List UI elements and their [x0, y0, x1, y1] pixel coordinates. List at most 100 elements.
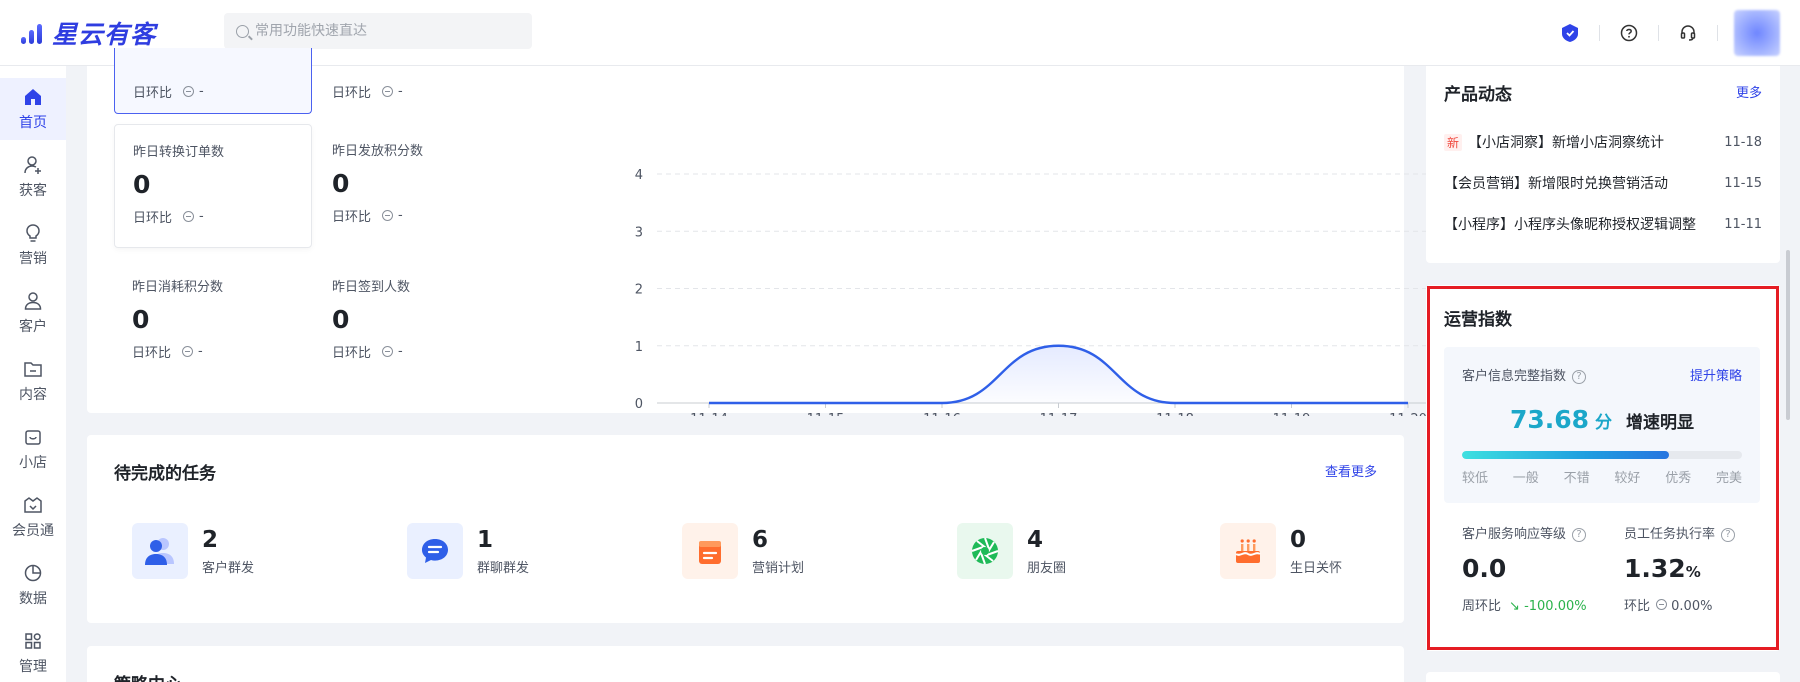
metric-title: 昨日转换订单数 [133, 145, 225, 160]
metric-card[interactable]: 昨日发放积分数 0 日环比 - [314, 124, 512, 248]
progress-scale: 较低 一般 不错 较好 优秀 完美 [1462, 467, 1742, 486]
sidebar-item-label: 内容 [19, 387, 47, 403]
sidebar-item-label: 会员通 [12, 523, 54, 539]
sidebar-item-data[interactable]: 数据 [0, 554, 66, 616]
sidebar-item-home[interactable]: 首页 [0, 78, 66, 140]
strategy-center-card: 策略中心 [87, 646, 1404, 682]
view-more-link[interactable]: 查看更多 [1325, 461, 1377, 480]
metric-change: 日环比 - [132, 342, 294, 361]
task-marketing-plan[interactable]: 6 营销计划 [682, 523, 804, 579]
completeness-label: 客户信息完整指数 [1462, 369, 1567, 384]
user-icon [24, 292, 42, 310]
task-birthday-care[interactable]: 0 生日关怀 [1220, 523, 1342, 579]
help-icon[interactable]: ? [1572, 369, 1587, 384]
task-customer-broadcast[interactable]: 2 客户群发 [132, 523, 254, 579]
sidebar-item-member[interactable]: 会员通 [0, 486, 66, 548]
change-label: 日环比 [332, 210, 372, 225]
scale-label: 完美 [1715, 471, 1742, 486]
metric-change: 日环比 - [133, 207, 293, 226]
metric-value: 0 [332, 305, 350, 334]
metric-value: 0 [332, 169, 350, 198]
score-row: 73.68 分增速明显 [1444, 405, 1760, 434]
change-label: 日环比 [132, 346, 172, 361]
change-value: - [199, 84, 204, 99]
sidebar-item-shop[interactable]: 小店 [0, 418, 66, 480]
change-value: - [199, 209, 204, 224]
change-value: - [398, 84, 403, 99]
pie-chart-icon [24, 564, 42, 582]
news-date: 11-15 [1724, 175, 1762, 191]
avatar[interactable] [1734, 10, 1780, 56]
change-label: 日环比 [332, 346, 372, 361]
metric-value: 0 [132, 305, 150, 334]
metric-card[interactable]: 昨日转换订单数 0 日环比 - [114, 124, 312, 248]
help-icon[interactable]: ? [1721, 527, 1736, 542]
help-icon[interactable] [1618, 22, 1640, 44]
pending-tasks-card: 待完成的任务 查看更多 2 客户群发 1 群聊群发 6 营销计划 4 朋友圈 0… [87, 435, 1404, 623]
section-title: 策略中心 [114, 670, 182, 682]
task-info: 2 客户群发 [202, 527, 254, 576]
help-icon[interactable]: ? [1572, 527, 1587, 542]
news-item[interactable]: 【小程序】小程序头像昵称授权逻辑调整 11-11 [1444, 214, 1762, 234]
task-moments[interactable]: 4 朋友圈 [957, 523, 1066, 579]
overview-card: 日环比 - 日环比 - 昨日转换订单数 0 日环比 - 昨日发放积分数 0 日环比 - … [87, 48, 1457, 416]
sidebar-item-content[interactable]: 内容 [0, 350, 66, 412]
change-label: 日环比 [133, 86, 173, 101]
sidebar-item-acquire[interactable]: 获客 [0, 146, 66, 208]
metric-title: 昨日消耗积分数 [132, 280, 224, 295]
stat-value: 1.32 [1624, 554, 1686, 583]
scale-label: 较低 [1462, 471, 1489, 486]
news-text: 【小店洞察】新增小店洞察统计 [1468, 135, 1665, 151]
metric-card[interactable]: 昨日签到人数 0 日环比 - [314, 260, 512, 384]
headset-icon[interactable] [1677, 22, 1699, 44]
folder-icon [24, 362, 42, 377]
metric-card[interactable]: 昨日消耗积分数 0 日环比 - [114, 260, 312, 384]
metric-card[interactable]: 日环比 - [314, 48, 512, 114]
sidebar-item-label: 小店 [19, 455, 47, 471]
shield-badge-icon[interactable] [1559, 22, 1581, 44]
news-more-link[interactable]: 更多 [1736, 82, 1762, 101]
metric-card-selected[interactable]: 日环比 - [114, 48, 312, 114]
member-icon [24, 497, 42, 513]
divider [1599, 25, 1600, 41]
brand-logo[interactable]: 星云有客 [20, 14, 156, 52]
task-info: 0 生日关怀 [1290, 527, 1342, 576]
scrollbar[interactable] [1786, 250, 1790, 420]
x-tick-label: 11-15 [807, 412, 845, 416]
trend-line-chart[interactable]: 0 1 2 3 4 11-14 11-15 11-16 11-17 11-18 11-19 11-20 [527, 86, 1467, 416]
task-count: 0 [1290, 526, 1307, 553]
neutral-icon [183, 86, 195, 97]
sidebar-item-customer[interactable]: 客户 [0, 282, 66, 344]
y-tick-label: 0 [635, 397, 643, 412]
grid-icon [25, 633, 41, 649]
news-item[interactable]: 新 【小店洞察】新增小店洞察统计 11-18 [1444, 132, 1762, 152]
improve-strategy-link[interactable]: 提升策略 [1690, 365, 1742, 384]
task-label: 生日关怀 [1290, 560, 1343, 576]
task-count: 6 [752, 526, 769, 553]
user-add-icon [24, 156, 41, 174]
neutral-icon [382, 346, 394, 357]
x-tick-label: 11-16 [923, 412, 961, 416]
task-group-broadcast[interactable]: 1 群聊群发 [407, 523, 529, 579]
completeness-progress-bar [1462, 451, 1742, 459]
news-item[interactable]: 【会员营销】新增限时兑换营销活动 11-15 [1444, 173, 1762, 193]
search-input[interactable] [255, 23, 515, 39]
search-icon [236, 24, 249, 38]
product-news-card: 产品动态 更多 新 【小店洞察】新增小店洞察统计 11-18 【会员营销】新增限… [1426, 66, 1780, 263]
metric-change: 日环比 - [332, 342, 494, 361]
section-title: 运营指数 [1444, 310, 1512, 330]
trend-down-icon: ↘ [1509, 599, 1520, 614]
sidebar-item-label: 获客 [19, 183, 47, 199]
neutral-icon [1656, 599, 1668, 610]
home-icon [25, 89, 41, 105]
task-label: 客户群发 [202, 560, 255, 576]
shop-icon [25, 430, 41, 445]
section-title: 待完成的任务 [114, 464, 216, 484]
sidebar-item-label: 客户 [19, 319, 47, 335]
search-box[interactable] [224, 13, 532, 49]
y-tick-label: 1 [635, 340, 643, 355]
top-actions [1541, 10, 1780, 56]
sidebar-item-marketing[interactable]: 营销 [0, 214, 66, 276]
change-value: - [398, 344, 403, 359]
sidebar-item-manage[interactable]: 管理 [0, 622, 66, 682]
